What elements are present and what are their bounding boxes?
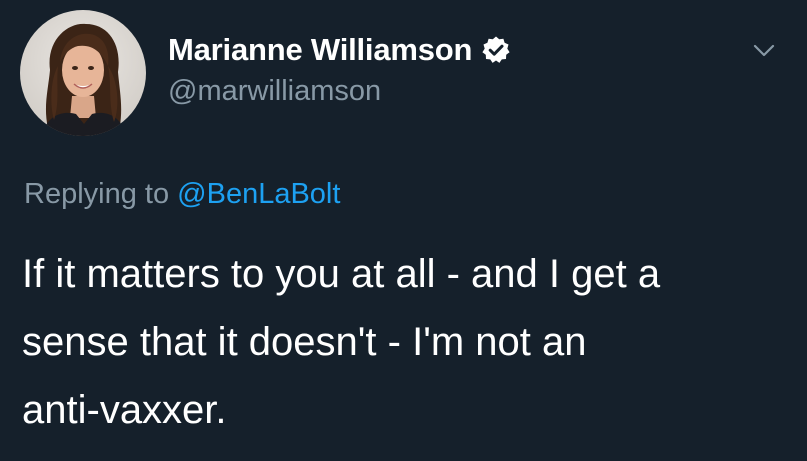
tweet-text-line: If it matters to you at all - and I get …: [22, 252, 661, 296]
author-handle[interactable]: @marwilliamson: [168, 75, 381, 108]
author-name-row: Marianne Williamson: [168, 28, 511, 72]
replying-to-label: Replying to: [24, 178, 170, 210]
tweet-card: Marianne Williamson @marwilliamson Reply…: [0, 0, 807, 461]
avatar-image: [20, 10, 146, 136]
chevron-down-icon[interactable]: [752, 38, 776, 62]
replying-to-line: Replying to @BenLaBolt: [24, 178, 340, 211]
tweet-text-line: sense that it doesn't - I'm not an: [22, 320, 587, 364]
avatar[interactable]: [20, 10, 146, 136]
author-display-name[interactable]: Marianne Williamson: [168, 32, 472, 68]
tweet-text-line: anti-vaxxer.: [22, 388, 227, 432]
verified-badge-icon: [481, 35, 511, 65]
reply-to-handle-link[interactable]: @BenLaBolt: [177, 178, 340, 210]
tweet-text: If it matters to you at all - and I get …: [22, 240, 792, 444]
